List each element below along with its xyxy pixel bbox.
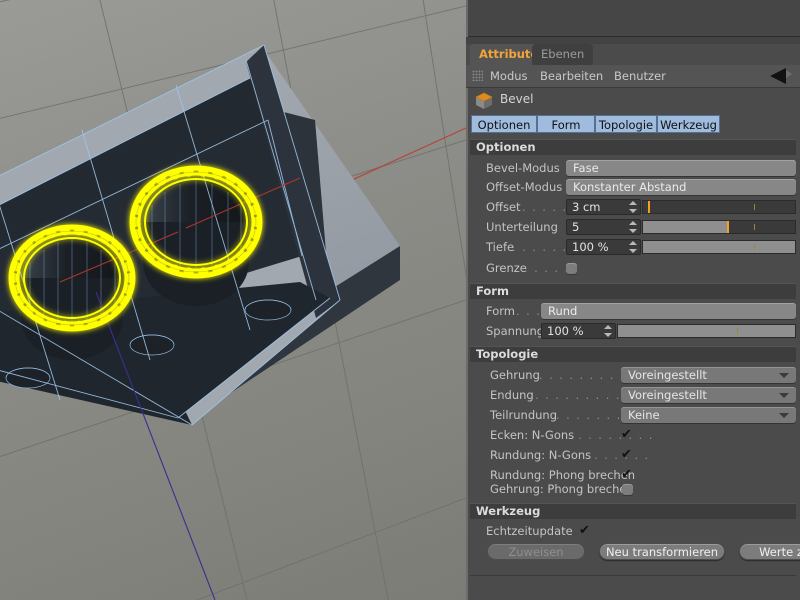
prop-tab-form[interactable]: Form	[537, 115, 595, 133]
checkbox-grenze[interactable]	[566, 263, 577, 274]
spannung-stepper[interactable]	[604, 325, 612, 337]
prop-tab-optionen[interactable]: Optionen	[471, 115, 537, 133]
label-offset-modus: Offset-Modus	[486, 180, 562, 194]
slider-offset-tick	[754, 204, 755, 210]
slider-unterteilung-tick	[754, 224, 755, 230]
input-unterteilung-value: 5	[572, 220, 579, 234]
stub-cell-3[interactable]	[581, 0, 800, 37]
menu-item-benutzer[interactable]: Benutzer	[614, 65, 666, 87]
dropdown-teilrundung[interactable]: Keine	[621, 407, 796, 423]
label-bevel-modus: Bevel-Modus	[486, 161, 560, 175]
zuweisen-button[interactable]: Zuweisen	[487, 543, 585, 560]
dropdown-endung[interactable]: Voreingestellt	[621, 387, 796, 403]
dropdown-gehrung-value: Voreingestellt	[628, 368, 707, 382]
label-unterteilung: Unterteilung	[486, 220, 558, 234]
input-offset-value: 3 cm	[572, 200, 601, 214]
werte-zuruecksetzen-button[interactable]: Werte zur	[739, 543, 800, 560]
section-header-optionen: Optionen	[470, 139, 796, 155]
neu-transformieren-button[interactable]: Neu transformieren	[599, 543, 725, 560]
bevel-cube-icon	[474, 91, 494, 111]
slider-spannung-tick	[737, 328, 738, 334]
combo-form[interactable]: Rund	[541, 303, 796, 319]
top-manager-stub	[466, 0, 800, 45]
section-header-form: Form	[470, 283, 796, 299]
viewport-3d-object	[0, 0, 466, 600]
section-label-topologie: Topologie	[476, 347, 538, 362]
section-label-werkzeug: Werkzeug	[476, 504, 540, 519]
section-label-form: Form	[476, 284, 509, 299]
label-ecken-ngons: Ecken: N-Gons	[490, 428, 574, 442]
grip-dots-icon[interactable]	[472, 70, 483, 81]
slider-tiefe-fill	[643, 241, 795, 253]
input-unterteilung[interactable]: 5	[566, 219, 641, 235]
label-echtzeitupdate: Echtzeitupdate	[486, 524, 573, 538]
menu-item-modus[interactable]: Modus	[490, 65, 528, 87]
combo-offset-modus-value: Konstanter Abstand	[573, 180, 686, 194]
label-gehrung-phong: Gehrung: Phong brechen	[490, 482, 634, 496]
object-title-row: Bevel	[466, 88, 800, 114]
combo-bevel-modus[interactable]: Fase	[566, 160, 796, 176]
slider-unterteilung[interactable]	[642, 220, 796, 234]
menu-item-bearbeiten[interactable]: Bearbeiten	[540, 65, 603, 87]
label-spannung: Spannung	[486, 324, 544, 338]
chevron-down-icon	[779, 393, 789, 398]
dropdown-teilrundung-value: Keine	[628, 408, 660, 422]
chevron-down-icon	[779, 373, 789, 378]
slider-offset-knob[interactable]	[648, 201, 650, 213]
checkbox-ecken-ngons[interactable]: ✔	[621, 429, 632, 440]
prop-tab-werkzeug[interactable]: Werkzeug	[657, 115, 720, 133]
combo-bevel-modus-value: Fase	[573, 161, 599, 175]
slider-unterteilung-knob[interactable]	[727, 221, 729, 233]
slider-spannung[interactable]	[617, 324, 796, 338]
tab-ebenen[interactable]: Ebenen	[532, 44, 593, 65]
bottom-separator	[470, 575, 796, 576]
stub-cell-1[interactable]	[468, 0, 543, 37]
input-spannung[interactable]: 100 %	[541, 323, 616, 339]
label-endung: Endung	[490, 388, 534, 402]
input-spannung-value: 100 %	[547, 324, 584, 338]
section-header-topologie: Topologie	[470, 346, 796, 362]
slider-tiefe[interactable]	[642, 240, 796, 254]
prop-tab-topologie[interactable]: Topologie	[595, 115, 657, 133]
property-tab-row: Optionen Form Topologie Werkzeug	[466, 115, 800, 135]
object-title-label: Bevel	[500, 92, 533, 106]
label-offset: Offset	[486, 200, 521, 214]
unterteilung-stepper[interactable]	[629, 221, 637, 233]
leader-ecken-ngons: . . . . . . . .	[578, 428, 654, 442]
label-tiefe: Tiefe	[486, 240, 514, 254]
checkbox-echtzeitupdate[interactable]: ✔	[579, 525, 590, 536]
checkbox-gehrung-phong[interactable]	[622, 484, 633, 495]
combo-form-value: Rund	[548, 304, 577, 318]
label-form: Form	[486, 304, 515, 318]
slider-unterteilung-fill	[643, 221, 727, 233]
chevron-down-icon	[779, 413, 789, 418]
dropdown-gehrung[interactable]: Voreingestellt	[621, 367, 796, 383]
perspective-3d-viewport[interactable]	[0, 0, 466, 600]
panel-menu-bar: Modus Bearbeiten Benutzer	[466, 65, 800, 88]
input-tiefe[interactable]: 100 %	[566, 239, 641, 255]
section-label-optionen: Optionen	[476, 140, 536, 155]
label-teilrundung: Teilrundung	[490, 408, 557, 422]
attribute-manager-panel: Attribute Ebenen Modus Bearbeiten Benutz…	[466, 0, 800, 600]
offset-stepper[interactable]	[629, 201, 637, 213]
label-rundung-phong: Rundung: Phong brechen	[490, 468, 635, 482]
slider-spannung-fill	[618, 325, 795, 337]
tiefe-stepper[interactable]	[629, 241, 637, 253]
combo-offset-modus[interactable]: Konstanter Abstand	[566, 179, 796, 195]
stub-cell-2[interactable]	[542, 0, 582, 37]
label-rundung-ngons: Rundung: N-Gons	[490, 448, 591, 462]
label-gehrung: Gehrung	[490, 368, 540, 382]
input-offset[interactable]: 3 cm	[566, 199, 641, 215]
collapse-left-arrow-icon[interactable]	[754, 68, 794, 84]
dropdown-endung-value: Voreingestellt	[628, 388, 707, 402]
panel-tab-strip: Attribute Ebenen	[466, 44, 800, 66]
input-tiefe-value: 100 %	[572, 240, 609, 254]
section-header-werkzeug: Werkzeug	[470, 503, 796, 519]
checkbox-rundung-phong[interactable]: ✔	[621, 469, 632, 480]
slider-tiefe-tick	[754, 244, 755, 250]
checkbox-rundung-ngons[interactable]: ✔	[621, 449, 632, 460]
slider-offset[interactable]	[642, 200, 796, 214]
label-grenze: Grenze	[486, 261, 527, 275]
